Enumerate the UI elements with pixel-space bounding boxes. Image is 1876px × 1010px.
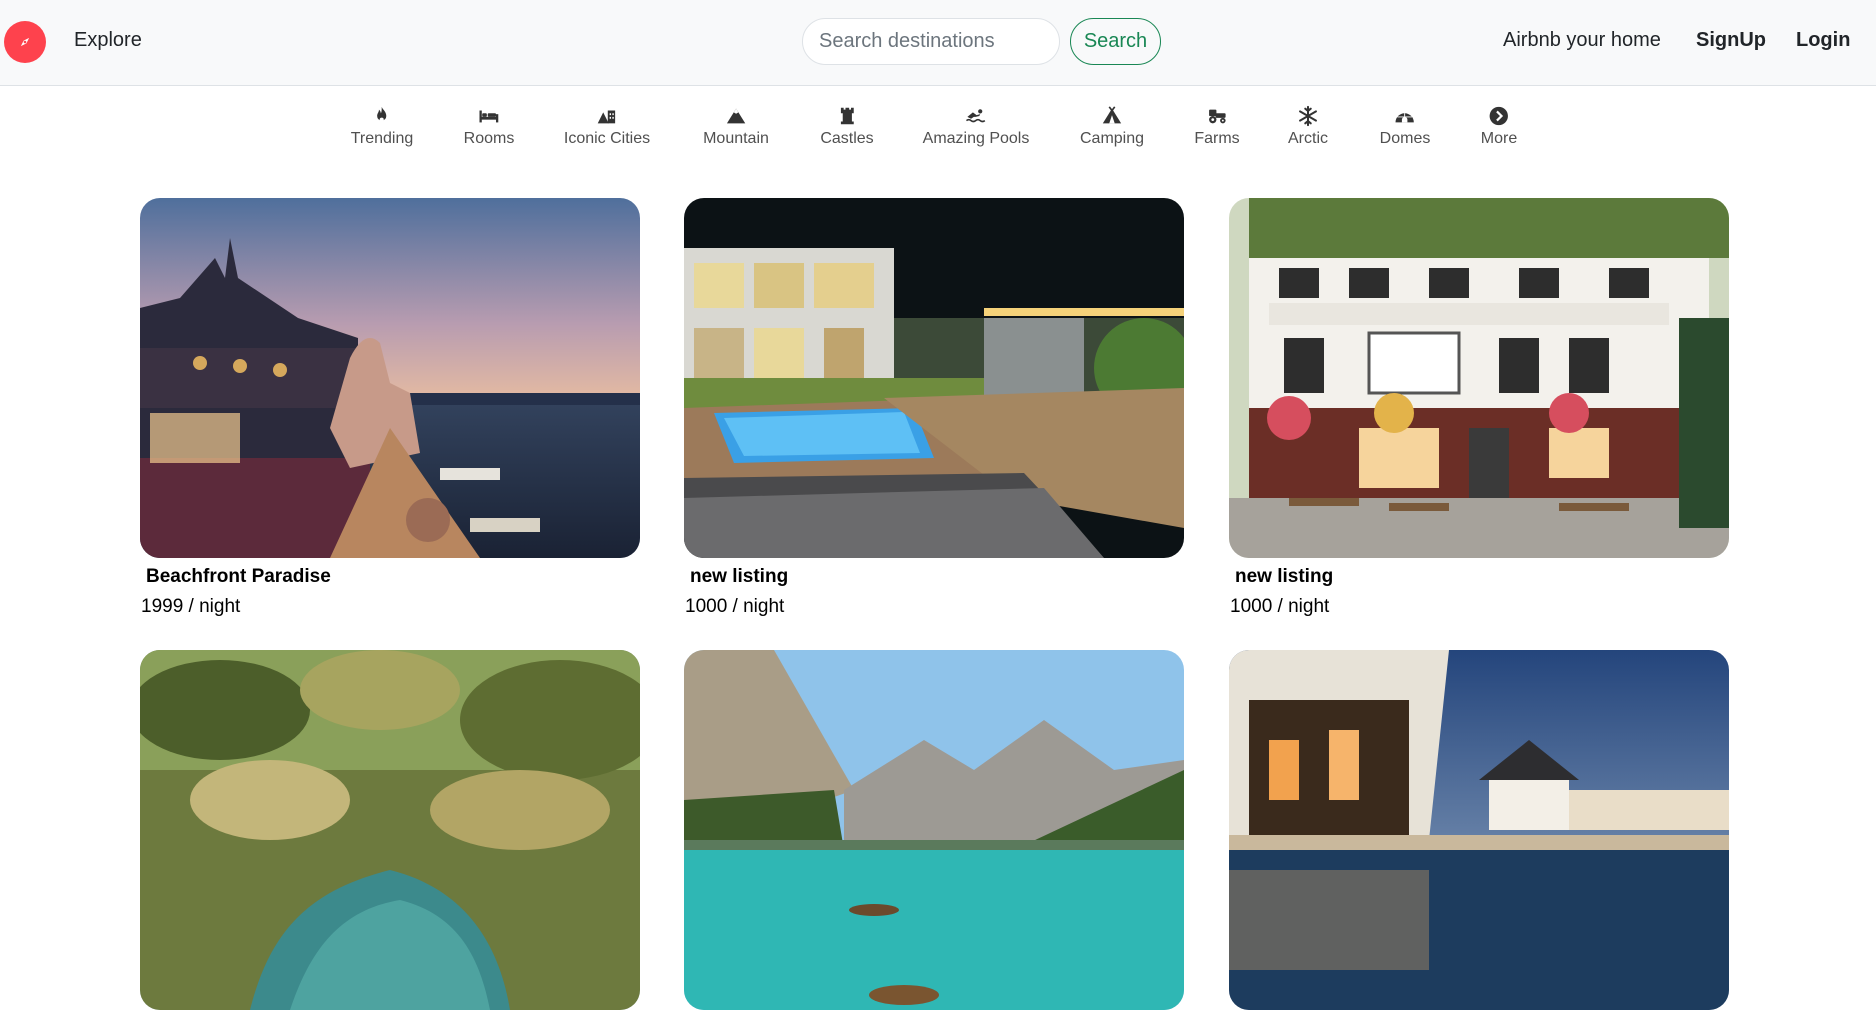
swimmer-icon bbox=[964, 104, 988, 128]
filter-amazing-pools[interactable]: Amazing Pools bbox=[922, 104, 1030, 148]
listing-price: 1000 / night bbox=[685, 596, 785, 617]
filter-label: Rooms bbox=[463, 130, 515, 147]
listing-card[interactable]: new listing 1000 / night bbox=[684, 198, 1184, 617]
listing-card[interactable] bbox=[1229, 650, 1729, 1010]
filter-label: Amazing Pools bbox=[922, 130, 1030, 147]
filter-label: Castles bbox=[820, 130, 874, 147]
snowflake-icon bbox=[1296, 104, 1320, 128]
filter-label: Arctic bbox=[1288, 130, 1328, 147]
compass-logo-icon[interactable] bbox=[4, 21, 46, 63]
castle-icon bbox=[835, 104, 859, 128]
search-button[interactable]: Search bbox=[1070, 18, 1161, 65]
listing-card[interactable]: Beachfront Paradise 1999 / night bbox=[140, 198, 640, 617]
filter-more[interactable]: More bbox=[1481, 104, 1517, 148]
search-input[interactable] bbox=[802, 18, 1060, 65]
city-icon bbox=[595, 104, 619, 128]
filter-label: Mountain bbox=[703, 130, 769, 147]
nav-explore-link[interactable]: Explore bbox=[74, 29, 142, 52]
signup-link[interactable]: SignUp bbox=[1696, 29, 1766, 52]
listing-image[interactable] bbox=[140, 198, 640, 558]
listing-title: new listing bbox=[1235, 566, 1334, 587]
filter-mountain[interactable]: Mountain bbox=[703, 104, 769, 148]
filter-label: Camping bbox=[1079, 130, 1145, 147]
category-filters: Trending Rooms Iconic Cities Mountain Ca… bbox=[0, 104, 1876, 164]
mountain-icon bbox=[724, 104, 748, 128]
filter-label: Farms bbox=[1194, 130, 1240, 147]
listing-image[interactable] bbox=[1229, 650, 1729, 1010]
listing-title: Beachfront Paradise bbox=[146, 566, 331, 587]
igloo-icon bbox=[1393, 104, 1417, 128]
filter-camping[interactable]: Camping bbox=[1080, 104, 1144, 148]
top-navbar: Explore Search Airbnb your home SignUp L… bbox=[0, 0, 1876, 86]
login-link[interactable]: Login bbox=[1796, 29, 1850, 52]
bed-icon bbox=[477, 104, 501, 128]
airbnb-your-home-link[interactable]: Airbnb your home bbox=[1503, 29, 1661, 52]
tent-icon bbox=[1100, 104, 1124, 128]
fire-icon bbox=[370, 104, 394, 128]
listing-price: 1000 / night bbox=[1230, 596, 1330, 617]
filter-castles[interactable]: Castles bbox=[820, 104, 874, 148]
listing-image[interactable] bbox=[140, 650, 640, 1010]
listing-image[interactable] bbox=[684, 198, 1184, 558]
listing-price: 1999 / night bbox=[141, 596, 241, 617]
filter-label: More bbox=[1480, 130, 1518, 147]
listing-image[interactable] bbox=[1229, 198, 1729, 558]
filter-trending[interactable]: Trending bbox=[350, 104, 414, 148]
filter-domes[interactable]: Domes bbox=[1379, 104, 1431, 148]
listing-card[interactable] bbox=[684, 650, 1184, 1010]
filter-label: Domes bbox=[1379, 130, 1431, 147]
tractor-icon bbox=[1205, 104, 1229, 128]
filter-arctic[interactable]: Arctic bbox=[1288, 104, 1328, 148]
filter-rooms[interactable]: Rooms bbox=[463, 104, 515, 148]
filter-label: Iconic Cities bbox=[563, 130, 651, 147]
listing-title: new listing bbox=[690, 566, 789, 587]
listing-card[interactable] bbox=[140, 650, 640, 1010]
chevron-right-circle-icon bbox=[1487, 104, 1511, 128]
filter-label: Trending bbox=[350, 130, 414, 147]
filter-iconic-cities[interactable]: Iconic Cities bbox=[564, 104, 650, 148]
compass-icon bbox=[20, 37, 30, 47]
listing-card[interactable]: new listing 1000 / night bbox=[1229, 198, 1729, 617]
listing-image[interactable] bbox=[684, 650, 1184, 1010]
filter-farms[interactable]: Farms bbox=[1194, 104, 1240, 148]
